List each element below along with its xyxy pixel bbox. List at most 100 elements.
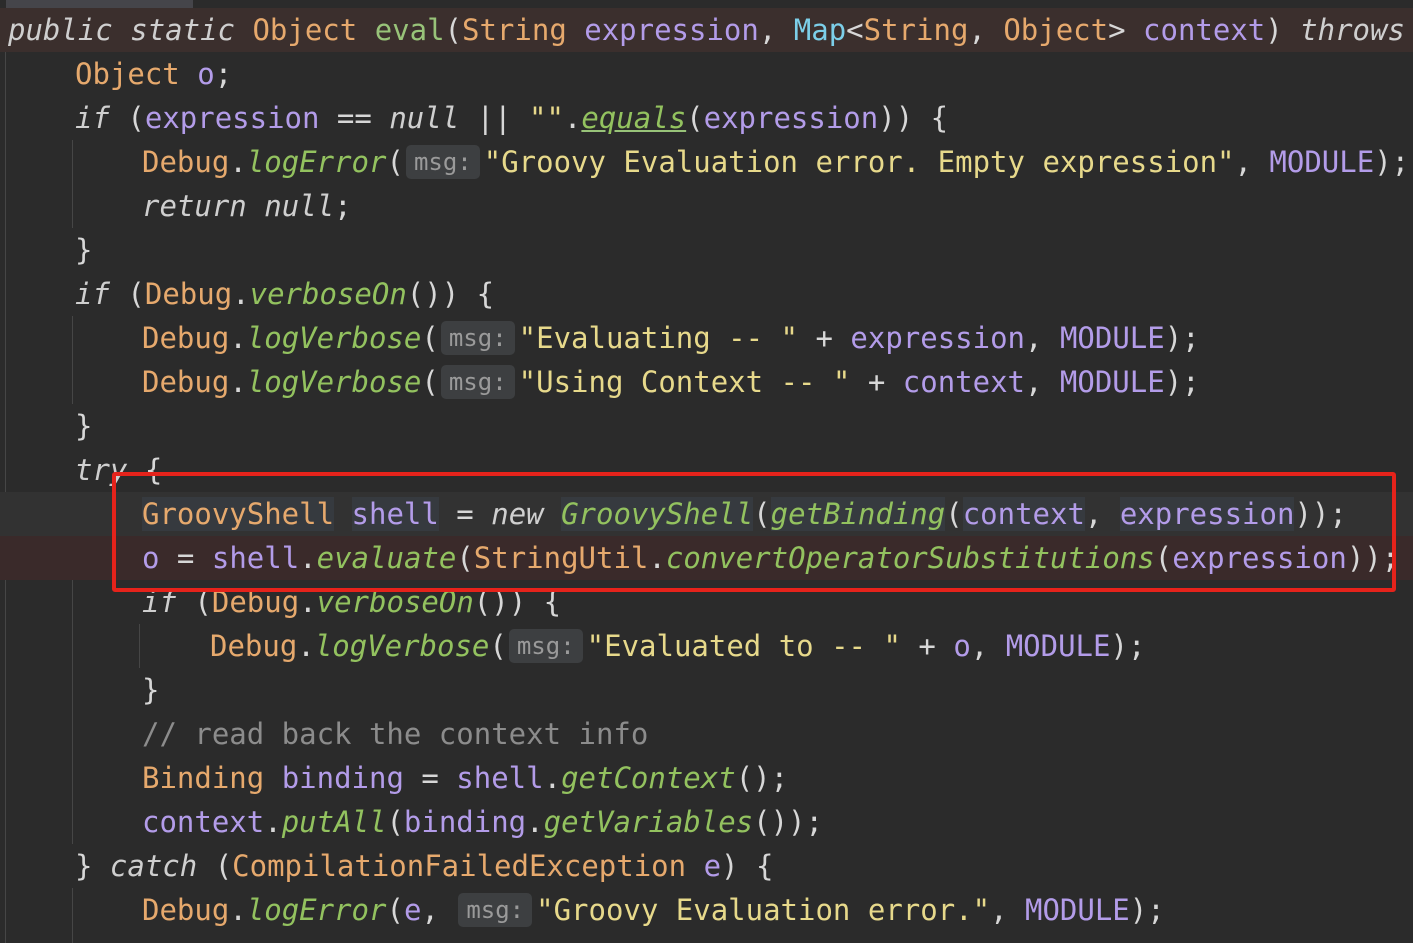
token-punct: );: [1129, 893, 1165, 927]
token-punct: .: [264, 805, 282, 839]
code-line[interactable]: context.putAll(binding.getVariables());: [142, 800, 823, 844]
code-editor[interactable]: public static Object eval ( String express…: [0, 0, 1413, 943]
token-constructor[interactable]: GroovyShell: [561, 497, 754, 531]
token-punct: ,: [1234, 145, 1270, 179]
token-class: Debug: [142, 321, 230, 355]
code-line[interactable]: Binding binding = shell.getContext();: [142, 756, 788, 800]
token-constant: MODULE: [1059, 321, 1165, 355]
token-method-call[interactable]: getVariables: [544, 805, 754, 839]
token-method-call[interactable]: logVerbose: [247, 365, 422, 399]
token-method-call[interactable]: evaluate: [317, 541, 457, 575]
token-keyword: public: [8, 13, 113, 47]
token-punct: ;: [334, 189, 352, 223]
code-line[interactable]: try {: [75, 448, 162, 492]
code-line[interactable]: Debug.logVerbose(msg: "Evaluated to -- " …: [210, 624, 1145, 668]
token-punct: );: [1374, 145, 1410, 179]
token-string: "Evaluating -- ": [518, 321, 799, 355]
token-variable: shell: [351, 497, 439, 531]
token-punct: ()) {: [406, 277, 495, 311]
token-comment: // read back the context info: [142, 717, 649, 751]
token-keyword: static: [130, 13, 235, 47]
token-variable: context: [142, 805, 265, 839]
indent-guide: [72, 140, 73, 228]
code-line[interactable]: return null;: [142, 184, 352, 228]
token-punct: (: [753, 497, 771, 531]
token-punct: }: [75, 409, 93, 443]
code-line[interactable]: Debug.logError(e, msg: "Groovy Evaluation…: [142, 888, 1165, 932]
token-punct: ));: [1346, 541, 1400, 575]
token-operator: =: [438, 497, 492, 531]
token-class: CompilationFailedException: [232, 849, 687, 883]
token-operator: =: [403, 761, 457, 795]
token-punct: (: [421, 321, 439, 355]
token-method-call[interactable]: logVerbose: [247, 321, 422, 355]
code-line[interactable]: Object o;: [75, 52, 232, 96]
token-variable: expression: [1172, 541, 1347, 575]
token-operator: ||: [459, 101, 529, 135]
token-punct: ();: [735, 761, 789, 795]
code-line-current[interactable]: GroovyShell shell = new GroovyShell(getB…: [0, 492, 1413, 536]
token-method-call[interactable]: logError: [247, 145, 387, 179]
token-type: Object: [1003, 13, 1109, 47]
token-method-call[interactable]: convertOperatorSubstitutions: [666, 541, 1155, 575]
token-method-call[interactable]: verboseOn: [317, 585, 474, 619]
token-punct: .: [526, 805, 544, 839]
token-keyword: catch: [109, 849, 198, 883]
token-operator: =: [159, 541, 212, 575]
token-type: String: [863, 13, 969, 47]
token-punct: ));: [1294, 497, 1347, 531]
token-punct: (: [945, 497, 963, 531]
code-line-signature[interactable]: public static Object eval(String express…: [0, 8, 1413, 52]
token-variable: o: [953, 629, 971, 663]
token-type: String: [462, 13, 567, 47]
token-operator: +: [850, 365, 903, 399]
token-param: e: [403, 893, 422, 927]
token-punct: .: [299, 585, 317, 619]
token-variable: context: [962, 497, 1085, 531]
token-class: Debug: [142, 893, 230, 927]
token-method-name: eval: [374, 13, 445, 47]
token-method-call[interactable]: verboseOn: [250, 277, 407, 311]
token-method-call[interactable]: logVerbose: [315, 629, 490, 663]
token-method-call[interactable]: putAll: [282, 805, 387, 839]
token-punct: ;: [214, 57, 233, 91]
param-hint: msg:: [440, 321, 515, 355]
token-class: Debug: [144, 277, 233, 311]
token-punct: ): [1265, 13, 1301, 47]
token-punct: ,: [1084, 497, 1120, 531]
token-punct: .: [229, 145, 247, 179]
token-keyword: null: [389, 101, 460, 135]
token-punct: (: [386, 805, 404, 839]
token-param: context: [1143, 13, 1266, 47]
code-line[interactable]: if (Debug.verboseOn()) {: [142, 580, 561, 624]
code-line[interactable]: Debug.logError(msg: "Groovy Evaluation er…: [142, 140, 1409, 184]
token-punct: (: [489, 629, 507, 663]
token-punct: .: [229, 893, 247, 927]
code-line[interactable]: }: [75, 228, 92, 272]
code-line[interactable]: // read back the context info: [142, 712, 648, 756]
code-line[interactable]: }: [142, 668, 159, 712]
token-punct: );: [1110, 629, 1146, 663]
token-punct: ()) {: [473, 585, 562, 619]
code-line[interactable]: } catch (CompilationFailedException e) {: [75, 844, 773, 888]
token-punct: ) {: [721, 849, 774, 883]
code-line[interactable]: Debug.logVerbose(msg: "Evaluating -- " + …: [142, 316, 1200, 360]
token-punct: ,: [968, 13, 1004, 47]
code-line[interactable]: if (Debug.verboseOn()) {: [75, 272, 494, 316]
token-punct: (: [686, 101, 704, 135]
token-method-call[interactable]: equals: [581, 101, 686, 135]
param-hint: msg:: [405, 145, 480, 179]
token-punct: .: [229, 321, 247, 355]
token-method-call[interactable]: getBinding: [770, 497, 946, 531]
editor-tab-strip[interactable]: [6, 0, 193, 8]
code-line[interactable]: if (expression == null || "".equals(expr…: [75, 96, 948, 140]
code-line-highlighted[interactable]: o = shell.evaluate(StringUtil.convertOpe…: [0, 536, 1413, 580]
token-method-call[interactable]: logError: [247, 893, 387, 927]
token-punct: .: [563, 101, 582, 135]
token-operator: +: [798, 321, 851, 355]
token-method-call[interactable]: getContext: [561, 761, 736, 795]
code-line[interactable]: Debug.logVerbose(msg: "Using Context -- "…: [142, 360, 1200, 404]
token-type: Map: [793, 13, 847, 47]
code-line[interactable]: }: [75, 404, 92, 448]
token-keyword: null: [264, 189, 335, 223]
